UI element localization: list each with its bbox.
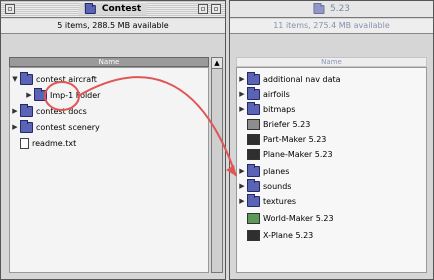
- list-item[interactable]: Part-Maker 5.23: [237, 132, 426, 146]
- folder-icon: [312, 2, 324, 14]
- folder-icon: [34, 87, 47, 101]
- list-item[interactable]: ▶ textures: [237, 193, 426, 208]
- document-icon: [20, 137, 29, 149]
- title-bar[interactable]: Contest: [1, 1, 225, 18]
- collapse-box[interactable]: [211, 4, 221, 14]
- zoom-box[interactable]: [198, 4, 208, 14]
- item-name: World-Maker 5.23: [263, 213, 334, 223]
- file-list: ▶ additional nav data ▶ airfoils ▶ bitma…: [236, 67, 427, 273]
- file-list: ▼ contest aircraft ▶ Imp-1 Folder ▶ cont…: [9, 67, 209, 273]
- item-name: Briefer 5.23: [263, 119, 311, 129]
- folder-icon: [247, 178, 260, 192]
- item-name: Imp-1 Folder: [50, 90, 101, 100]
- disclosure-triangle-icon[interactable]: ▶: [24, 91, 34, 99]
- folder-icon: [247, 71, 260, 85]
- list-item[interactable]: Briefer 5.23: [237, 117, 426, 131]
- disclosure-triangle-icon[interactable]: ▶: [10, 107, 20, 115]
- disclosure-triangle-icon[interactable]: ▶: [237, 105, 247, 113]
- title-bar[interactable]: 5.23: [230, 1, 433, 18]
- folder-icon: [20, 71, 33, 85]
- item-name: Part-Maker 5.23: [263, 134, 327, 144]
- folder-icon: [20, 119, 33, 133]
- application-icon: [247, 229, 260, 241]
- window-info: 5 items, 288.5 MB available: [1, 19, 225, 34]
- folder-icon: [84, 2, 96, 14]
- list-item[interactable]: ▶ sounds: [237, 178, 426, 193]
- disclosure-triangle-icon[interactable]: ▶: [237, 90, 247, 98]
- list-item[interactable]: ▶ contest scenery: [10, 119, 208, 134]
- application-icon: [247, 212, 260, 224]
- list-item[interactable]: ▶ bitmaps: [237, 101, 426, 116]
- list-item[interactable]: ▶ contest docs: [10, 103, 208, 118]
- folder-icon: [247, 163, 260, 177]
- name-column-header[interactable]: Name: [9, 57, 209, 67]
- disclosure-triangle-icon[interactable]: ▶: [237, 167, 247, 175]
- window-title: 5.23: [306, 2, 357, 15]
- item-name: additional nav data: [263, 74, 341, 84]
- list-item[interactable]: ▶ airfoils: [237, 86, 426, 101]
- folder-icon: [247, 101, 260, 115]
- list-item[interactable]: ▶ planes: [237, 163, 426, 178]
- scroll-up-arrow-icon[interactable]: ▲: [212, 58, 222, 69]
- disclosure-triangle-icon[interactable]: ▶: [237, 182, 247, 190]
- item-name: X-Plane 5.23: [263, 230, 314, 240]
- item-name: textures: [263, 196, 297, 206]
- disclosure-triangle-icon[interactable]: ▶: [237, 75, 247, 83]
- name-column-header[interactable]: Name: [236, 57, 427, 67]
- disclosure-triangle-icon[interactable]: ▼: [10, 75, 20, 83]
- window-info: 11 items, 275.4 MB available: [230, 19, 433, 34]
- item-name: contest docs: [36, 106, 87, 116]
- list-item[interactable]: ▶ additional nav data: [237, 71, 426, 86]
- item-name: sounds: [263, 181, 292, 191]
- folder-icon: [247, 86, 260, 100]
- application-icon: [247, 118, 260, 130]
- contest-window[interactable]: Contest 5 items, 288.5 MB available Name…: [0, 0, 226, 280]
- version-window[interactable]: 5.23 11 items, 275.4 MB available Name ▶…: [229, 0, 434, 280]
- application-icon: [247, 148, 260, 160]
- disclosure-triangle-icon[interactable]: ▶: [237, 197, 247, 205]
- item-name: contest scenery: [36, 122, 100, 132]
- folder-icon: [247, 193, 260, 207]
- list-item[interactable]: ▶ Imp-1 Folder: [10, 87, 208, 102]
- disclosure-triangle-icon[interactable]: ▶: [10, 123, 20, 131]
- list-item[interactable]: readme.txt: [10, 136, 208, 150]
- folder-icon: [20, 103, 33, 117]
- item-name: Plane-Maker 5.23: [263, 149, 333, 159]
- list-item[interactable]: X-Plane 5.23: [237, 228, 426, 242]
- list-item[interactable]: World-Maker 5.23: [237, 211, 426, 225]
- vertical-scrollbar[interactable]: ▲: [211, 57, 223, 273]
- window-title: Contest: [78, 2, 148, 15]
- item-name: planes: [263, 166, 290, 176]
- item-name: readme.txt: [32, 138, 77, 148]
- list-item[interactable]: ▼ contest aircraft: [10, 71, 208, 86]
- item-name: bitmaps: [263, 104, 296, 114]
- list-item[interactable]: Plane-Maker 5.23: [237, 147, 426, 161]
- item-name: contest aircraft: [36, 74, 97, 84]
- item-name: airfoils: [263, 89, 290, 99]
- close-box[interactable]: [5, 4, 15, 14]
- application-icon: [247, 133, 260, 145]
